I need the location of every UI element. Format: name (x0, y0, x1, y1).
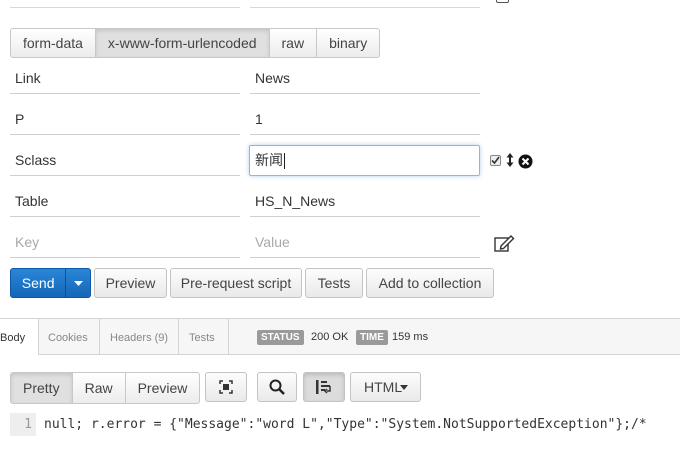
add-to-collection-button[interactable]: Add to collection (366, 268, 494, 298)
status-badge: STATUS (257, 330, 304, 345)
tab-tests[interactable]: Tests (189, 319, 215, 355)
caret-down-icon (400, 385, 408, 390)
param-key-field[interactable]: Link (10, 64, 240, 94)
partial-edit-icon (496, 0, 509, 3)
bulk-edit-icon[interactable] (494, 233, 516, 256)
tab-divider (99, 319, 100, 355)
param-value-field[interactable]: News (250, 64, 480, 94)
response-tabs-bar: Body Cookies Headers (9) Tests STATUS 20… (0, 318, 680, 355)
search-icon (269, 379, 285, 395)
tab-binary[interactable]: binary (317, 29, 379, 57)
param-value-text: 新闻 (255, 152, 283, 168)
new-key-input[interactable]: Key (10, 228, 240, 258)
view-preview-button[interactable]: Preview (126, 373, 200, 403)
prerequest-script-button[interactable]: Pre-request script (170, 268, 302, 298)
view-mode-group: Pretty Raw Preview (10, 372, 201, 404)
tab-divider (178, 319, 179, 355)
wrap-lines-button[interactable] (303, 372, 345, 402)
response-code-line: null; r.error = {"Message":"word L","Typ… (44, 417, 647, 432)
preview-button[interactable]: Preview (94, 268, 167, 298)
drag-handle-icon[interactable] (506, 153, 514, 170)
send-dropdown-button[interactable] (65, 269, 90, 297)
tab-divider (228, 319, 229, 355)
view-pretty-button[interactable]: Pretty (11, 373, 73, 403)
search-button[interactable] (257, 372, 297, 402)
fullscreen-button[interactable] (205, 372, 247, 402)
format-select-value: HTML (364, 379, 403, 395)
view-raw-button[interactable]: Raw (73, 373, 126, 403)
send-button[interactable]: Send (11, 269, 65, 297)
partial-value-row (250, 7, 480, 8)
tab-cookies[interactable]: Cookies (48, 319, 88, 355)
remove-icon[interactable] (518, 154, 533, 172)
line-number: 1 (10, 413, 36, 436)
param-key-field[interactable]: Table (10, 187, 240, 217)
tab-x-www-form-urlencoded[interactable]: x-www-form-urlencoded (95, 29, 270, 57)
param-value-field-focused[interactable]: 新闻 (249, 145, 480, 176)
tab-headers[interactable]: Headers (9) (110, 319, 168, 355)
tab-body[interactable]: Body (0, 319, 39, 355)
tests-button[interactable]: Tests (305, 268, 363, 298)
param-key-field[interactable]: P (10, 105, 240, 135)
body-type-tabs: form-data x-www-form-urlencoded raw bina… (10, 28, 381, 58)
tab-body-label: Body (0, 332, 26, 344)
format-select[interactable]: HTML (350, 372, 421, 402)
fullscreen-icon (219, 380, 233, 394)
new-value-input[interactable]: Value (250, 228, 480, 258)
time-value: 159 ms (392, 331, 429, 343)
partial-key-row (10, 7, 240, 8)
param-value-field[interactable]: 1 (250, 105, 480, 135)
tab-form-data[interactable]: form-data (11, 29, 96, 57)
wrap-lines-icon (316, 380, 331, 394)
checkbox-icon[interactable] (490, 155, 501, 166)
param-value-field[interactable]: HS_N_News (250, 187, 480, 217)
time-badge: TIME (356, 330, 388, 345)
text-caret (284, 153, 285, 170)
param-key-field[interactable]: Sclass (10, 146, 240, 176)
caret-down-icon (73, 280, 83, 286)
status-value: 200 OK (311, 331, 349, 343)
send-button-group: Send (10, 268, 91, 298)
tab-raw[interactable]: raw (270, 29, 318, 57)
